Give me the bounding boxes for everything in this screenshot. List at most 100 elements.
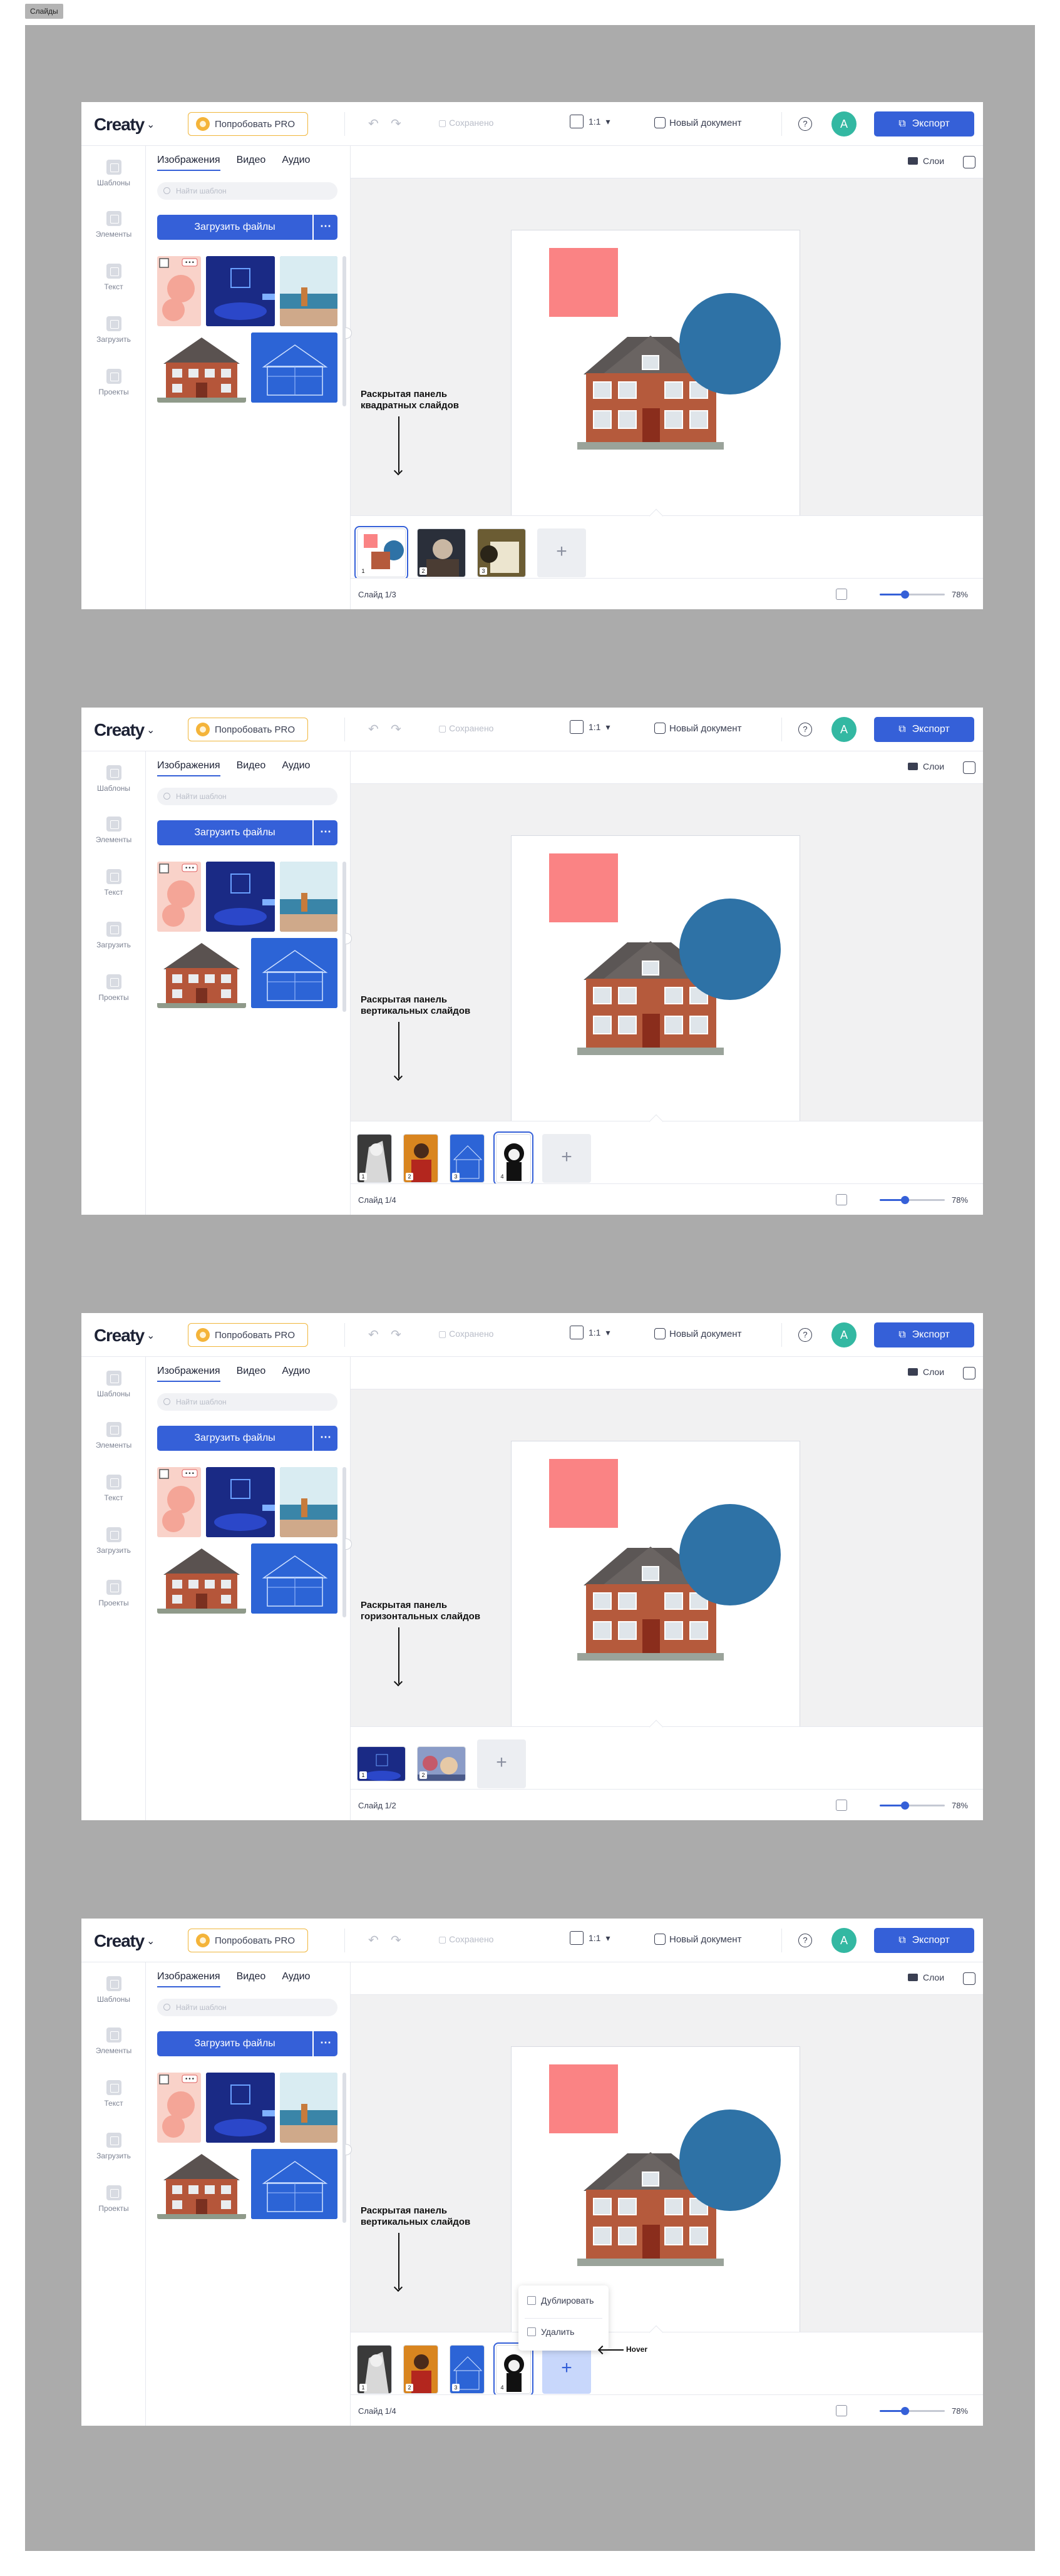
chevron-down-icon[interactable]: ⌄ <box>147 1935 155 1947</box>
asset-thumb-house[interactable] <box>157 938 246 1008</box>
new-document-button[interactable]: Новый документ <box>654 1934 741 1945</box>
rail-item-2[interactable]: Элементы <box>81 1422 146 1450</box>
tab-audio[interactable]: Аудио <box>282 1971 310 1987</box>
slide-thumbnail[interactable]: 2 <box>403 2345 438 2394</box>
rail-item-3[interactable]: Текст <box>81 264 146 291</box>
add-slide-button[interactable]: + <box>537 528 586 577</box>
asset-thumb-illustration[interactable]: ••• <box>157 2073 201 2143</box>
slide-thumbnail[interactable]: 1 <box>357 2345 392 2394</box>
new-document-button[interactable]: Новый документ <box>654 117 741 128</box>
help-icon[interactable]: ? <box>798 1934 812 1947</box>
help-icon[interactable]: ? <box>798 723 812 736</box>
help-icon[interactable]: ? <box>798 1328 812 1342</box>
pink-square[interactable] <box>549 2064 618 2133</box>
layers-button[interactable]: Слои <box>908 1367 944 1377</box>
asset-thumb-neon-room[interactable] <box>206 862 275 932</box>
asset-thumb-neon-room[interactable] <box>206 1467 275 1537</box>
export-button[interactable]: ⧉ Экспорт <box>874 1322 974 1347</box>
rail-item-5[interactable]: Проекты <box>81 974 146 1002</box>
panel-collapse-handle[interactable] <box>346 327 352 339</box>
asset-thumb-house[interactable] <box>157 2149 246 2219</box>
upload-files-button[interactable]: Загрузить файлы <box>157 820 312 845</box>
rail-item-2[interactable]: Элементы <box>81 211 146 239</box>
checkbox[interactable] <box>159 2074 169 2084</box>
rail-item-1[interactable]: Шаблоны <box>81 160 146 187</box>
zoom-slider[interactable] <box>880 2407 945 2415</box>
upload-more-button[interactable]: ⋯ <box>314 2031 337 2056</box>
redo-icon[interactable]: ↷ <box>391 116 401 131</box>
panel-collapse-handle[interactable] <box>346 933 352 944</box>
new-document-button[interactable]: Новый документ <box>654 1328 741 1339</box>
logo[interactable]: Creaty <box>94 115 145 135</box>
slide-thumbnail[interactable]: 2 <box>403 1134 438 1183</box>
rail-item-4[interactable]: Загрузить <box>81 2133 146 2160</box>
duplicate-menu-item[interactable]: Дублировать <box>527 2295 594 2306</box>
help-icon[interactable]: ? <box>798 117 812 131</box>
tab-images[interactable]: Изображения <box>157 1971 220 1987</box>
design-page[interactable] <box>511 1441 800 1729</box>
asset-thumb-illustration[interactable]: ••• <box>157 1467 201 1537</box>
undo-icon[interactable]: ↶ <box>368 1932 379 1948</box>
checkbox[interactable] <box>159 863 169 873</box>
add-slide-button[interactable]: + <box>477 1739 526 1788</box>
export-button[interactable]: ⧉ Экспорт <box>874 111 974 137</box>
rail-item-5[interactable]: Проекты <box>81 369 146 396</box>
delete-menu-item[interactable]: Удалить <box>527 2327 574 2337</box>
asset-thumb-neon-room[interactable] <box>206 2073 275 2143</box>
add-slide-button[interactable]: + <box>542 2345 591 2394</box>
redo-icon[interactable]: ↷ <box>391 1932 401 1948</box>
pink-square[interactable] <box>549 248 618 317</box>
tab-images[interactable]: Изображения <box>157 760 220 776</box>
asset-thumb-blueprint[interactable] <box>251 2149 337 2219</box>
chevron-down-icon[interactable]: ⌄ <box>147 118 155 131</box>
layers-button[interactable]: Слои <box>908 1972 944 1982</box>
zoom-knob[interactable] <box>901 2407 909 2415</box>
try-pro-button[interactable]: Попробовать PRO <box>188 718 308 741</box>
avatar[interactable]: A <box>831 111 857 137</box>
try-pro-button[interactable]: Попробовать PRO <box>188 1323 308 1347</box>
asset-thumb-neon-room[interactable] <box>206 256 275 326</box>
asset-thumb-house[interactable] <box>157 1543 246 1614</box>
layers-button[interactable]: Слои <box>908 761 944 771</box>
slide-thumbnail[interactable]: 3 <box>477 528 526 577</box>
zoom-slider[interactable] <box>880 1196 945 1204</box>
search-input[interactable]: Найти шаблон <box>157 1393 337 1411</box>
upload-files-button[interactable]: Загрузить файлы <box>157 215 312 240</box>
upload-files-button[interactable]: Загрузить файлы <box>157 1426 312 1451</box>
rail-item-5[interactable]: Проекты <box>81 1580 146 1607</box>
rail-item-3[interactable]: Текст <box>81 2080 146 2108</box>
try-pro-button[interactable]: Попробовать PRO <box>188 1929 308 1952</box>
rail-item-3[interactable]: Текст <box>81 869 146 897</box>
export-button[interactable]: ⧉ Экспорт <box>874 717 974 742</box>
avatar[interactable]: A <box>831 1928 857 1953</box>
rail-item-3[interactable]: Текст <box>81 1475 146 1502</box>
chevron-down-icon[interactable]: ⌄ <box>147 1329 155 1342</box>
zoom-slider[interactable] <box>880 1801 945 1810</box>
undo-icon[interactable]: ↶ <box>368 721 379 737</box>
pink-square[interactable] <box>549 853 618 922</box>
layers-button[interactable]: Слои <box>908 156 944 166</box>
upload-more-button[interactable]: ⋯ <box>314 820 337 845</box>
rail-item-5[interactable]: Проекты <box>81 2185 146 2213</box>
asset-thumb-illustration[interactable]: ••• <box>157 862 201 932</box>
undo-icon[interactable]: ↶ <box>368 116 379 131</box>
fit-screen-icon[interactable] <box>836 2405 847 2416</box>
rail-item-1[interactable]: Шаблоны <box>81 1976 146 2004</box>
asset-thumb-blueprint[interactable] <box>251 1543 337 1614</box>
blue-circle[interactable] <box>679 1504 781 1605</box>
ratio-select[interactable]: 1:1 ▾ <box>570 1931 610 1945</box>
panel-collapse-handle[interactable] <box>346 2144 352 2155</box>
fit-screen-icon[interactable] <box>836 589 847 600</box>
fit-screen-icon[interactable] <box>836 1800 847 1811</box>
undo-icon[interactable]: ↶ <box>368 1327 379 1342</box>
logo[interactable]: Creaty <box>94 720 145 740</box>
export-button[interactable]: ⧉ Экспорт <box>874 1928 974 1953</box>
zoom-knob[interactable] <box>901 1196 909 1204</box>
slide-thumbnail[interactable]: 1 <box>357 1134 392 1183</box>
asset-thumb-sea[interactable] <box>280 2073 337 2143</box>
blue-circle[interactable] <box>679 2110 781 2211</box>
slide-thumbnail[interactable]: 1 <box>357 1746 406 1781</box>
tab-audio[interactable]: Аудио <box>282 155 310 171</box>
zoom-knob[interactable] <box>901 1801 909 1810</box>
magic-icon[interactable] <box>963 1972 975 1985</box>
